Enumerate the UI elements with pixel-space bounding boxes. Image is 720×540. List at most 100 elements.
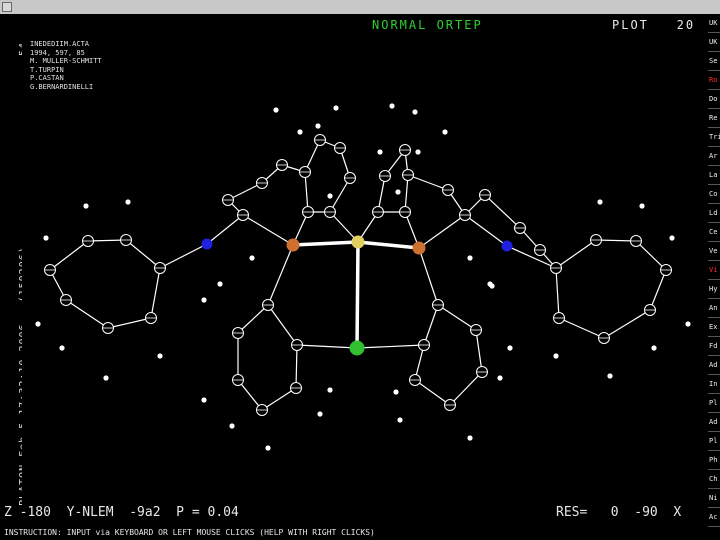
- ortep-canvas[interactable]: [22, 14, 708, 512]
- molecule-drawing[interactable]: [22, 14, 708, 512]
- left-info-strip: 54 PLATON-Feb 5 17:32:10 2006 - (150206): [0, 14, 29, 512]
- side-menu-item[interactable]: Ac: [708, 508, 720, 527]
- bond: [125, 239, 161, 269]
- hydrogen-atom[interactable]: [317, 411, 323, 417]
- hydrogen-atom[interactable]: [249, 255, 255, 261]
- bond: [475, 329, 483, 373]
- hydrogen-atom[interactable]: [397, 417, 403, 423]
- hydrogen-atom[interactable]: [157, 353, 163, 359]
- hydrogen-atom[interactable]: [597, 199, 603, 205]
- side-menu-item[interactable]: Fd: [708, 337, 720, 356]
- plot-label: PLOT 20: [612, 18, 695, 32]
- bond: [423, 304, 439, 346]
- caption-line: M. MULLER-SCHMITT: [30, 57, 102, 65]
- hydrogen-atom[interactable]: [669, 235, 675, 241]
- hydrogen-atom[interactable]: [217, 281, 223, 287]
- side-menu-item[interactable]: La: [708, 166, 720, 185]
- bond: [437, 304, 477, 331]
- hydrogen-atom[interactable]: [412, 109, 418, 115]
- hydrogen-atom[interactable]: [639, 203, 645, 209]
- side-menu-item[interactable]: In: [708, 375, 720, 394]
- bond: [418, 214, 466, 249]
- side-menu-item[interactable]: Pl: [708, 432, 720, 451]
- hydrogen-atom[interactable]: [507, 345, 513, 351]
- bond: [237, 304, 269, 334]
- hydrogen-atom[interactable]: [651, 345, 657, 351]
- side-menu-item[interactable]: Se: [708, 52, 720, 71]
- side-menu-item[interactable]: Ad: [708, 413, 720, 432]
- side-menu-item[interactable]: Do: [708, 90, 720, 109]
- hydrogen-atom[interactable]: [487, 281, 493, 287]
- side-menu-item[interactable]: Ni: [708, 489, 720, 508]
- phosphorus-atom[interactable]: [412, 241, 426, 255]
- hydrogen-atom[interactable]: [415, 149, 421, 155]
- hydrogen-atom[interactable]: [273, 107, 279, 113]
- hydrogen-atom[interactable]: [315, 123, 321, 129]
- nitrogen-atom[interactable]: [201, 238, 213, 250]
- side-menu-item[interactable]: Vi: [708, 261, 720, 280]
- hydrogen-atom[interactable]: [467, 435, 473, 441]
- side-menu-item[interactable]: UK: [708, 33, 720, 52]
- bond: [464, 214, 508, 247]
- side-menu-item[interactable]: Hy: [708, 280, 720, 299]
- plot-label-text: PLOT: [612, 18, 649, 32]
- reference-caption: INEDEDIIM.ACTA 1994, 597, 85 M. MULLER-SCH…: [30, 40, 102, 91]
- hydrogen-atom[interactable]: [393, 389, 399, 395]
- phosphorus-atom[interactable]: [286, 238, 300, 252]
- bond: [159, 243, 208, 269]
- bond: [107, 317, 152, 329]
- side-menu-item[interactable]: An: [708, 299, 720, 318]
- bond: [267, 304, 298, 346]
- hydrogen-atom[interactable]: [265, 445, 271, 451]
- plot-number: 20: [676, 18, 696, 32]
- metal-atom[interactable]: [351, 235, 365, 249]
- hydrogen-atom[interactable]: [553, 353, 559, 359]
- side-menu-item[interactable]: Re: [708, 109, 720, 128]
- hydrogen-atom[interactable]: [125, 199, 131, 205]
- hydrogen-atom[interactable]: [607, 373, 613, 379]
- hydrogen-atom[interactable]: [333, 105, 339, 111]
- side-menu-item[interactable]: Pl: [708, 394, 720, 413]
- bond: [506, 245, 557, 269]
- bond: [418, 247, 439, 306]
- hydrogen-atom[interactable]: [377, 149, 383, 155]
- bond: [267, 244, 294, 306]
- chlorine-atom[interactable]: [349, 340, 365, 356]
- caption-line: P.CASTAN: [30, 74, 64, 82]
- side-menu-item[interactable]: Tri: [708, 128, 720, 147]
- hydrogen-atom[interactable]: [59, 345, 65, 351]
- hydrogen-atom[interactable]: [229, 423, 235, 429]
- side-menu-item[interactable]: Ch: [708, 470, 720, 489]
- caption-line: G.BERNARDINELLI: [30, 82, 94, 91]
- window-menu-icon[interactable]: [2, 2, 12, 12]
- hydrogen-atom[interactable]: [467, 255, 473, 261]
- side-menu-item[interactable]: Ph: [708, 451, 720, 470]
- window-title-bar: [0, 0, 720, 15]
- side-menu-item[interactable]: UK: [708, 14, 720, 33]
- hydrogen-atom[interactable]: [389, 103, 395, 109]
- side-menu-item[interactable]: Ld: [708, 204, 720, 223]
- hydrogen-atom[interactable]: [685, 321, 691, 327]
- hydrogen-atom[interactable]: [43, 235, 49, 241]
- side-menu-item[interactable]: Ve: [708, 242, 720, 261]
- hydrogen-atom[interactable]: [327, 387, 333, 393]
- side-menu-item[interactable]: Ex: [708, 318, 720, 337]
- bond: [296, 344, 358, 349]
- hydrogen-atom[interactable]: [395, 189, 401, 195]
- side-menu-item[interactable]: Ar: [708, 147, 720, 166]
- hydrogen-atom[interactable]: [83, 203, 89, 209]
- side-menu-item[interactable]: Co: [708, 185, 720, 204]
- side-menu-item[interactable]: Ce: [708, 223, 720, 242]
- side-menu: UK UK Se Ro Do Re Tri Ar La Co Ld Ce Ve Vi Hy An Ex Fd Ad I…: [708, 14, 720, 540]
- hydrogen-atom[interactable]: [442, 129, 448, 135]
- nitrogen-atom[interactable]: [501, 240, 513, 252]
- hydrogen-atom[interactable]: [297, 129, 303, 135]
- side-menu-item[interactable]: Ro: [708, 71, 720, 90]
- side-menu-item[interactable]: Ad: [708, 356, 720, 375]
- hydrogen-atom[interactable]: [103, 375, 109, 381]
- hydrogen-atom[interactable]: [327, 193, 333, 199]
- hydrogen-atom[interactable]: [201, 397, 207, 403]
- hydrogen-atom[interactable]: [35, 321, 41, 327]
- hydrogen-atom[interactable]: [201, 297, 207, 303]
- hydrogen-atom[interactable]: [497, 375, 503, 381]
